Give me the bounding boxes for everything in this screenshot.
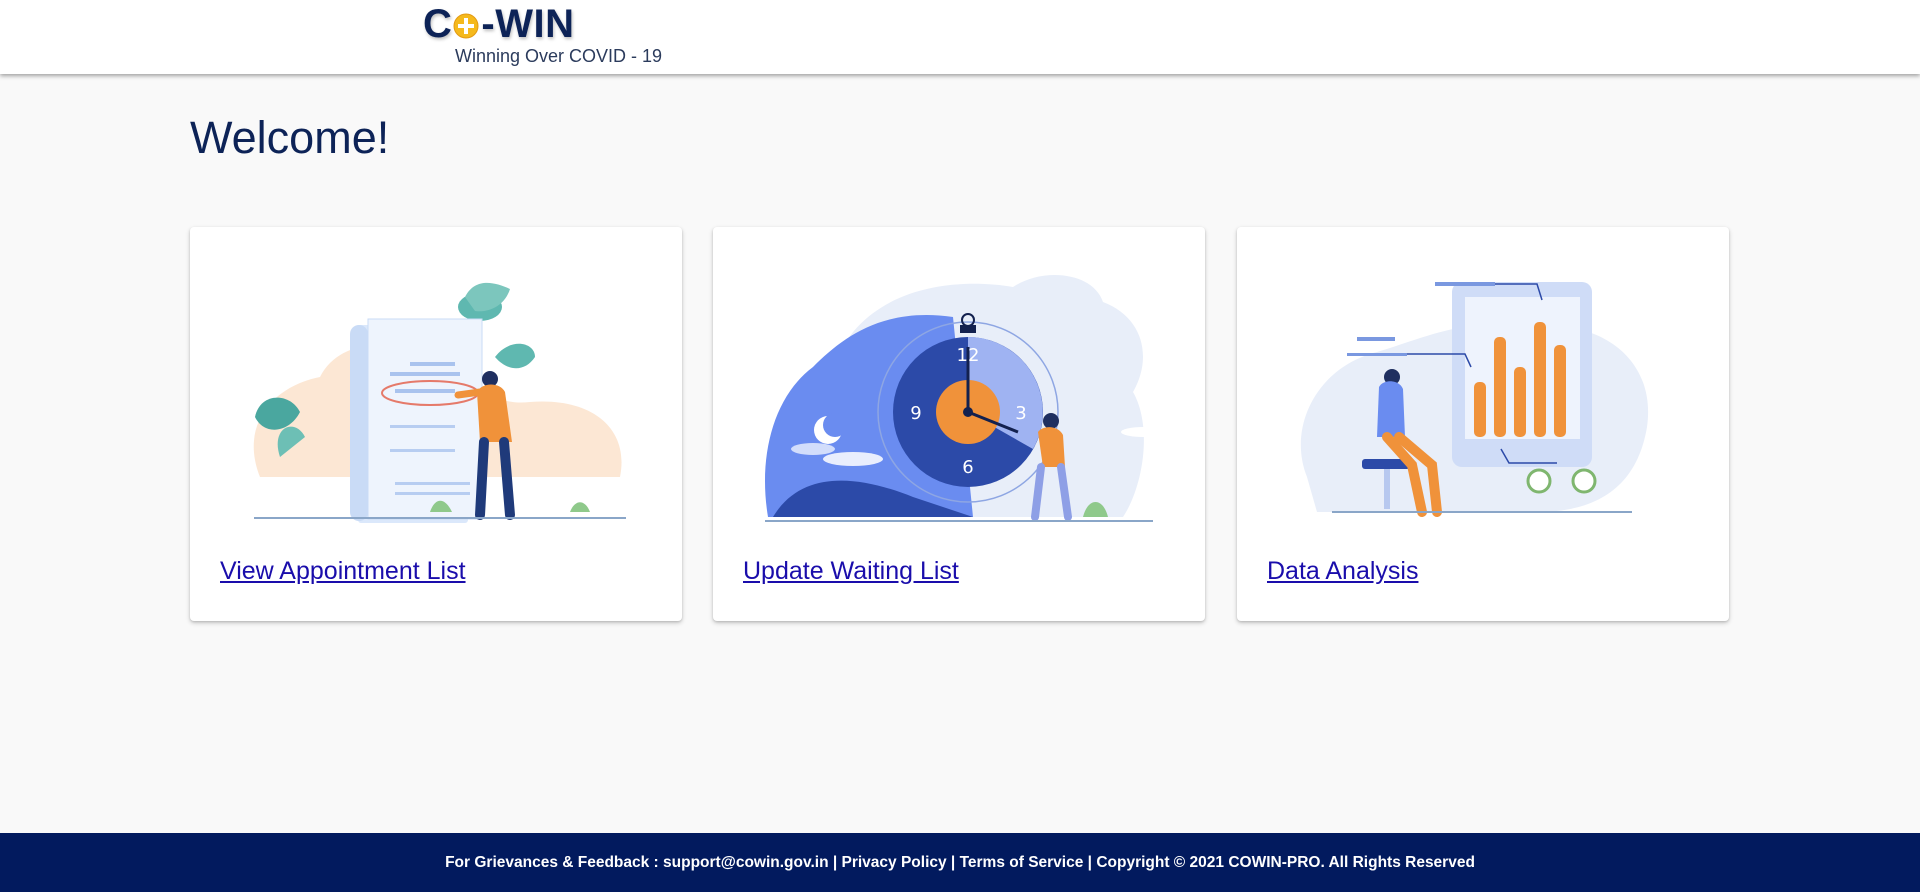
clock-number-9: 9: [910, 403, 921, 424]
copyright-text: Copyright © 2021 COWIN-PRO. All Rights R…: [1096, 853, 1475, 871]
footer-separator: |: [946, 853, 960, 871]
logo-tagline: Winning Over COVID - 19: [455, 46, 663, 66]
logo-text-suffix: -WIN: [481, 2, 575, 46]
clock-number-12: 12: [957, 345, 980, 366]
page-title: Welcome!: [190, 112, 390, 163]
terms-of-service-link[interactable]: Terms of Service: [960, 854, 1084, 872]
card-update-waiting-list[interactable]: 12 3 6 9 Update Waiting List: [713, 227, 1205, 621]
privacy-policy-link[interactable]: Privacy Policy: [842, 854, 947, 872]
data-analysis-link[interactable]: Data Analysis: [1267, 557, 1418, 586]
footer-separator: |: [828, 853, 842, 871]
bar-chart-illustration: [1300, 282, 1649, 517]
clock-number-3: 3: [1015, 403, 1026, 424]
cowin-logo[interactable]: C -WIN Winning Over COVID - 19: [423, 2, 662, 66]
footer-grievance-text: For Grievances & Feedback : support@cowi…: [445, 853, 829, 871]
card-data-analysis[interactable]: Data Analysis: [1237, 227, 1729, 621]
logo-text-prefix: C: [423, 2, 453, 46]
clock-number-6: 6: [962, 457, 973, 478]
footer: For Grievances & Feedback : support@cowi…: [0, 833, 1920, 892]
top-header: C -WIN Winning Over COVID - 19: [0, 0, 1920, 74]
document-checklist-illustration: [253, 282, 626, 523]
clock-illustration: 12 3 6 9: [765, 275, 1165, 522]
logo-plus-icon: [453, 13, 479, 39]
footer-separator: |: [1083, 853, 1097, 871]
update-waiting-list-link[interactable]: Update Waiting List: [743, 557, 959, 586]
card-view-appointment-list[interactable]: View Appointment List: [190, 227, 682, 621]
view-appointment-list-link[interactable]: View Appointment List: [220, 557, 466, 586]
